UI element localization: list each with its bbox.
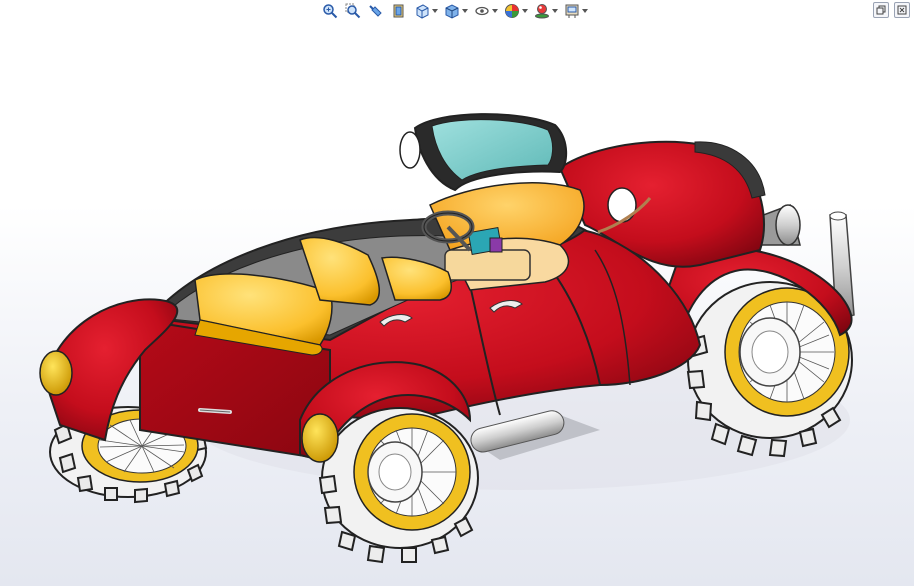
view-orientation-dropdown[interactable] bbox=[432, 2, 438, 21]
tail-lamp-left bbox=[39, 350, 73, 396]
rear-right-wheel[interactable] bbox=[318, 407, 479, 564]
edit-appearance-dropdown[interactable] bbox=[522, 2, 528, 21]
apply-scene-dropdown[interactable] bbox=[552, 2, 558, 21]
apply-scene-icon[interactable] bbox=[532, 2, 551, 21]
hide-show-items-icon[interactable] bbox=[472, 2, 491, 21]
view-settings-dropdown[interactable] bbox=[582, 2, 588, 21]
view-orientation-icon[interactable] bbox=[412, 2, 431, 21]
windshield[interactable] bbox=[399, 113, 568, 192]
display-style-icon[interactable] bbox=[442, 2, 461, 21]
viewport-window-controls bbox=[873, 2, 910, 18]
zoom-to-area-icon[interactable] bbox=[343, 2, 362, 21]
car-model[interactable] bbox=[0, 0, 914, 586]
tail-lamp-right bbox=[301, 413, 339, 463]
section-view-icon[interactable] bbox=[389, 2, 408, 21]
restore-icon[interactable] bbox=[873, 2, 889, 18]
view-settings-icon[interactable] bbox=[562, 2, 581, 21]
heads-up-view-toolbar bbox=[320, 0, 588, 22]
edit-appearance-icon[interactable] bbox=[502, 2, 521, 21]
display-style-dropdown[interactable] bbox=[462, 2, 468, 21]
previous-view-icon[interactable] bbox=[366, 2, 385, 21]
zoom-to-fit-icon[interactable] bbox=[320, 2, 339, 21]
hide-show-items-dropdown[interactable] bbox=[492, 2, 498, 21]
graphics-viewport[interactable] bbox=[0, 0, 914, 586]
close-icon[interactable] bbox=[894, 2, 910, 18]
